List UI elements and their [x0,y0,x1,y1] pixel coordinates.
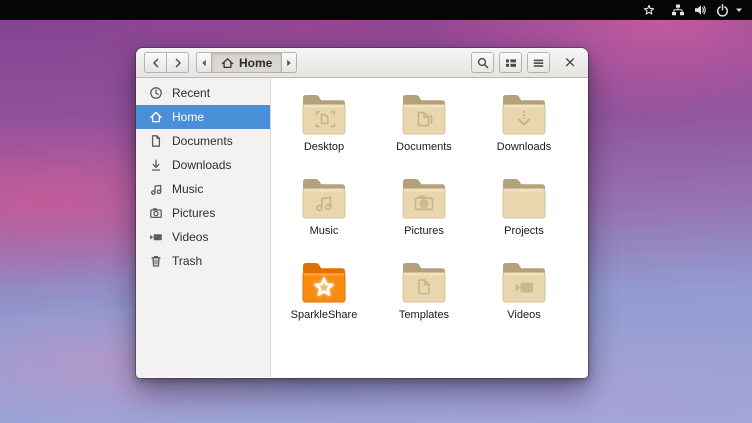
sidebar-label: Downloads [172,158,231,172]
triangle-right-icon [286,59,292,67]
icon-grid: Desktop Documents [271,78,588,344]
breadcrumb-label: Home [239,56,272,70]
sidebar-item-trash[interactable]: Trash [136,249,270,273]
sidebar-item-pictures[interactable]: Pictures [136,201,270,225]
folder-projects[interactable]: Projects [474,176,574,260]
power-icon[interactable] [716,0,729,20]
recent-icon [148,86,163,100]
file-label: Music [310,225,339,237]
back-button[interactable] [144,52,167,73]
folder-icon [499,260,549,306]
sidebar-item-downloads[interactable]: Downloads [136,153,270,177]
folder-icon [399,260,449,306]
sidebar-label: Videos [172,230,208,244]
sidebar-item-recent[interactable]: Recent [136,81,270,105]
folder-desktop[interactable]: Desktop [274,92,374,176]
sidebar-item-home[interactable]: Home [136,105,270,129]
search-icon [477,57,489,69]
folder-icon [399,176,449,222]
sidebar-label: Documents [172,134,233,148]
folder-templates[interactable]: Templates [374,260,474,344]
breadcrumb-next-button[interactable] [281,52,297,73]
files-window: Home × Recent [136,48,588,378]
headerbar: Home × [136,48,588,78]
folder-documents[interactable]: Documents [374,92,474,176]
home-icon [221,57,234,69]
file-label: Projects [504,225,544,237]
network-workgroup-icon[interactable] [671,0,685,20]
star-icon[interactable] [643,0,655,20]
menu-button[interactable] [527,52,550,73]
folder-icon [299,92,349,138]
file-label: Pictures [404,225,444,237]
search-button[interactable] [471,52,494,73]
folder-icon [499,92,549,138]
sidebar-item-music[interactable]: Music [136,177,270,201]
camera-icon [148,206,163,220]
folder-videos[interactable]: Videos [474,260,574,344]
chevron-down-icon[interactable] [735,0,743,20]
music-icon [148,182,163,196]
folder-pictures[interactable]: Pictures [374,176,474,260]
view-grid-icon [505,57,517,69]
sidebar-label: Music [172,182,203,196]
file-label: Templates [399,309,449,321]
file-label: Documents [396,141,452,153]
breadcrumb-home-button[interactable]: Home [211,52,282,73]
folder-downloads[interactable]: Downloads [474,92,574,176]
file-view: Desktop Documents [271,78,588,377]
file-label: Downloads [497,141,551,153]
sidebar-item-documents[interactable]: Documents [136,129,270,153]
breadcrumb: Home [196,52,297,73]
nav-buttons [144,52,189,73]
sidebar-label: Trash [172,254,202,268]
folder-sparkleshare[interactable]: SparkleShare [274,260,374,344]
file-label: Desktop [304,141,344,153]
document-icon [148,134,163,148]
folder-icon [299,176,349,222]
folder-music[interactable]: Music [274,176,374,260]
home-icon [148,110,163,124]
breadcrumb-prev-button[interactable] [196,52,212,73]
close-button[interactable]: × [560,52,580,73]
volume-icon[interactable] [694,0,707,20]
forward-button[interactable] [166,52,189,73]
sidebar-label: Home [172,110,204,124]
trash-icon [148,254,163,268]
folder-icon [399,92,449,138]
triangle-left-icon [201,59,207,67]
file-label: Videos [507,309,540,321]
video-icon [148,230,163,244]
folder-icon [299,260,349,306]
folder-icon [499,176,549,222]
file-label: SparkleShare [291,309,358,321]
headerbar-actions: × [471,52,580,73]
sidebar-label: Recent [172,86,210,100]
sidebar-item-videos[interactable]: Videos [136,225,270,249]
view-toggle-button[interactable] [499,52,522,73]
download-icon [148,158,163,172]
sidebar-label: Pictures [172,206,215,220]
hamburger-icon [533,57,544,69]
gnome-top-bar [0,0,752,20]
sidebar: Recent Home Documents Downloads Music Pi… [136,78,271,377]
